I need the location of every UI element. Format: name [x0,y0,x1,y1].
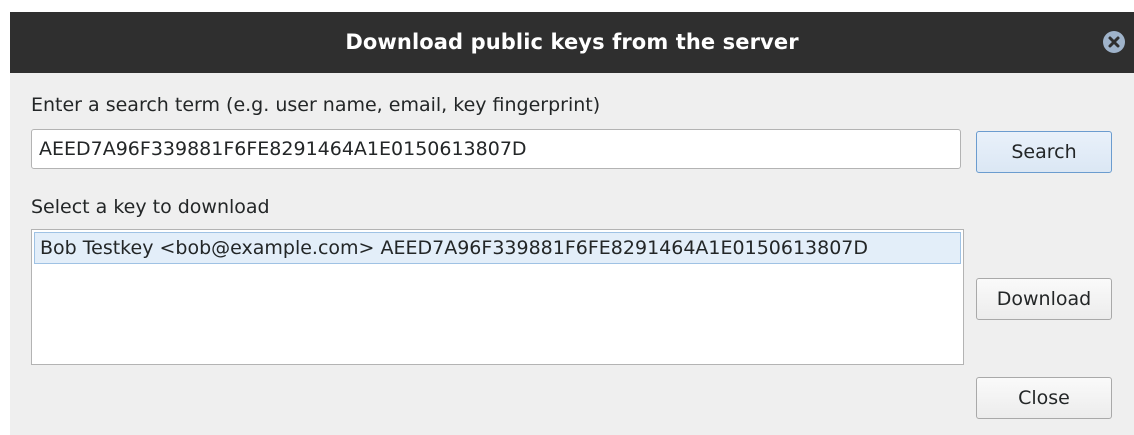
title-bar: Download public keys from the server [10,12,1134,73]
search-input[interactable] [31,129,961,169]
list-item[interactable]: Bob Testkey <bob@example.com> AEED7A96F3… [34,232,961,264]
key-list-label: Select a key to download [31,196,270,218]
download-keys-dialog: Download public keys from the server Ent… [0,0,1134,435]
dialog-title: Download public keys from the server [345,30,799,54]
download-button[interactable]: Download [976,278,1112,320]
close-button[interactable]: Close [976,377,1112,419]
close-circle-icon[interactable] [1103,31,1125,53]
search-button[interactable]: Search [976,131,1112,173]
dialog-body: Enter a search term (e.g. user name, ema… [10,73,1134,435]
key-list[interactable]: Bob Testkey <bob@example.com> AEED7A96F3… [31,229,964,365]
search-term-label: Enter a search term (e.g. user name, ema… [31,94,601,116]
